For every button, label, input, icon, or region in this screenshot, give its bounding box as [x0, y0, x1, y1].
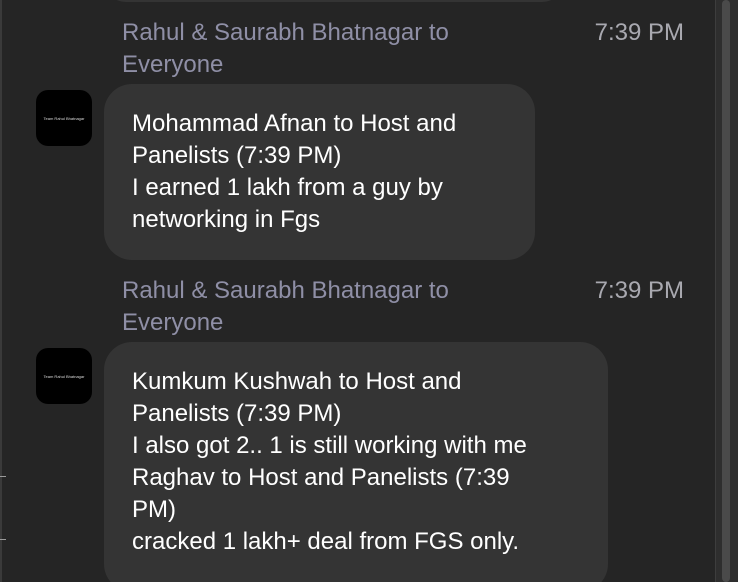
message-line: Panelists (7:39 PM) — [132, 400, 342, 427]
message-line: I earned 1 lakh from a guy by — [132, 174, 443, 201]
chat-panel: Rahul & Saurabh Bhatnagar to Everyone 7:… — [0, 0, 738, 582]
message-line: networking in Fgs — [132, 206, 321, 233]
message-line: cracked 1 lakh+ deal from FGS only. — [132, 528, 520, 555]
message-2-time: 7:39 PM — [594, 277, 684, 304]
avatar[interactable]: Team Rahul Bhatnagar — [36, 348, 92, 404]
sender-recipient: Everyone — [122, 309, 224, 336]
sender-name: Rahul & Saurabh Bhatnagar to — [122, 277, 449, 304]
avatar-label: Team Rahul Bhatnagar — [43, 115, 85, 121]
message-line: I also got 2.. 1 is still working with m… — [132, 432, 527, 459]
message-2-sender: Rahul & Saurabh Bhatnagar to Everyone — [122, 275, 522, 339]
message-line: PM) — [132, 496, 176, 523]
message-1-time: 7:39 PM — [594, 19, 684, 46]
message-line: Panelists (7:39 PM) — [132, 142, 342, 169]
message-1-sender: Rahul & Saurabh Bhatnagar to Everyone — [122, 17, 522, 81]
avatar[interactable]: Team Rahul Bhatnagar — [36, 90, 92, 146]
sender-recipient: Everyone — [122, 51, 224, 78]
message-line: Mohammad Afnan to Host and — [132, 110, 457, 137]
avatar-label: Team Rahul Bhatnagar — [43, 373, 85, 379]
sender-name: Rahul & Saurabh Bhatnagar to — [122, 19, 449, 46]
message-2-bubble[interactable]: Kumkum Kushwah to Host and Panelists (7:… — [104, 342, 608, 582]
window-left-edge-highlight — [0, 476, 6, 540]
message-line: Raghav to Host and Panelists (7:39 — [132, 464, 510, 491]
scrollbar-thumb[interactable] — [722, 0, 730, 582]
message-1-bubble[interactable]: Mohammad Afnan to Host and Panelists (7:… — [104, 84, 535, 260]
message-line: Kumkum Kushwah to Host and — [132, 368, 462, 395]
previous-message-bubble — [104, 0, 564, 2]
chat-scrollbar[interactable] — [715, 0, 738, 582]
